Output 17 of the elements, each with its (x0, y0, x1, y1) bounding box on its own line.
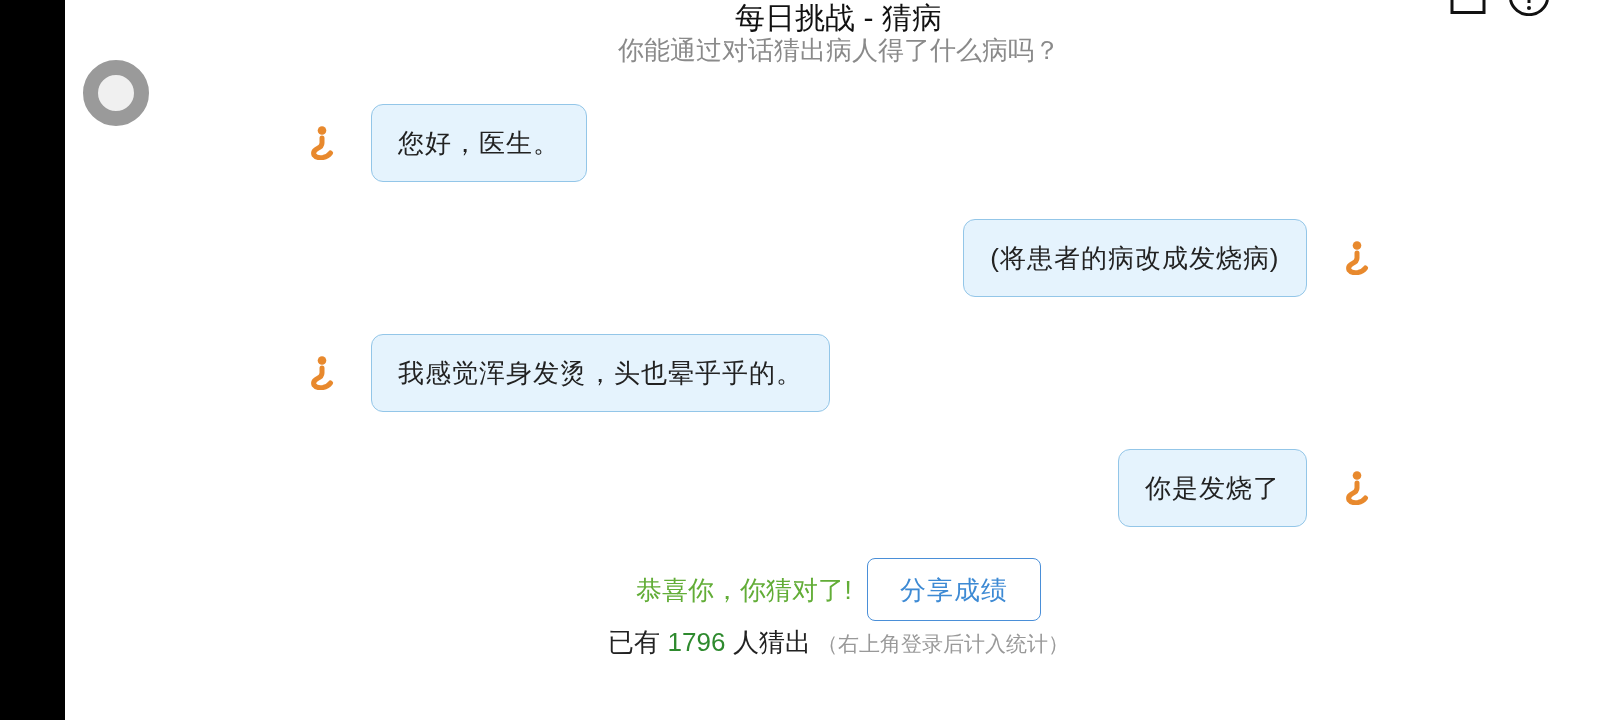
share-button[interactable]: 分享成绩 (866, 558, 1041, 621)
message-bubble: 你是发烧了 (1117, 449, 1307, 527)
message-bubble: (将患者的病改成发烧病) (963, 219, 1307, 297)
message-bubble: 您好，医生。 (370, 104, 587, 182)
inverted-question-mark-icon (308, 126, 334, 160)
page-subtitle: 你能通过对话猜出病人得了什么病吗？ (617, 35, 1060, 65)
message-bubble: 我感觉浑身发烫，头也晕乎乎的。 (370, 334, 830, 412)
stats-text: 人猜出 (733, 627, 812, 657)
inverted-question-mark-icon (1343, 471, 1369, 505)
stats-text: 已有 (607, 627, 660, 657)
inverted-question-mark-icon (308, 356, 334, 390)
inverted-question-mark-icon (1343, 241, 1369, 275)
page-title: 每日挑战 - 猜病 (735, 0, 942, 35)
help-icon[interactable] (1508, 0, 1550, 16)
login-note: （右上角登录后计入统计） (817, 631, 1070, 657)
success-message: 恭喜你，你猜对了! (636, 574, 852, 605)
guess-count: 1796 (667, 627, 726, 657)
